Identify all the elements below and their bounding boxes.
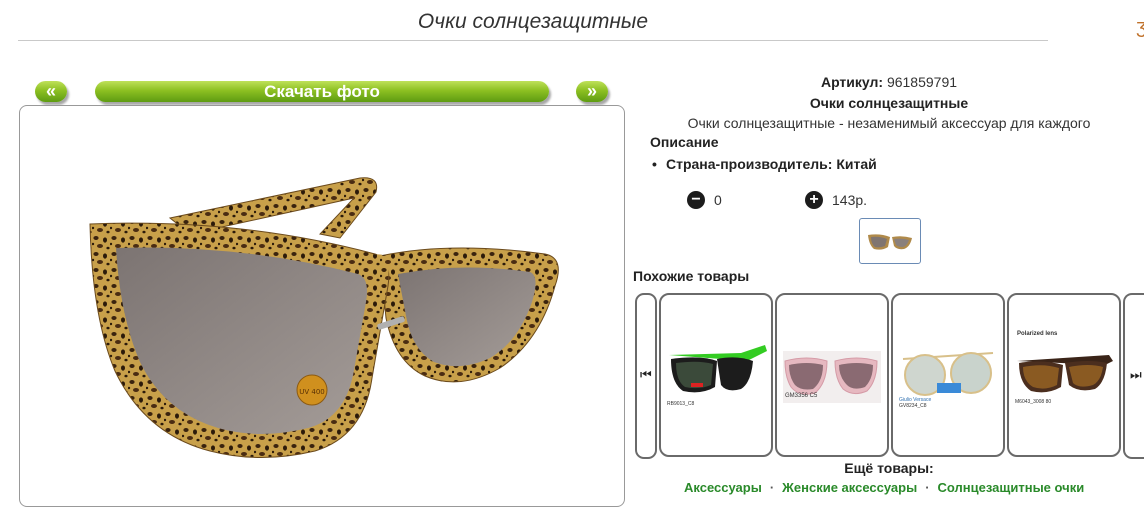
- article-value: 961859791: [886, 74, 958, 90]
- spec-item: • Страна-производитель: Китай: [652, 156, 877, 172]
- skip-back-icon: ⏮: [640, 367, 652, 382]
- product-code: GV8234_C8: [899, 403, 927, 409]
- product-name: Очки солнцезащитные: [809, 95, 969, 111]
- more-products-title: Ещё товары:: [844, 460, 934, 476]
- price-value: 143р.: [832, 192, 868, 208]
- gold-sunglasses-image: [902, 352, 994, 396]
- similar-product-card[interactable]: Giulio Versace GV8234_C8: [891, 293, 1005, 457]
- photo-thumbnail[interactable]: [859, 218, 921, 264]
- polarized-tag: Polarized lens: [1017, 331, 1058, 337]
- corner-ornament-icon: ʒ: [1136, 16, 1144, 38]
- download-photo-button[interactable]: Скачать фото: [95, 81, 549, 102]
- description-heading: Описание: [650, 134, 719, 150]
- article-label: Артикул:: [820, 74, 884, 90]
- similar-product-card[interactable]: Polarized lens M6043_3008 80: [1007, 293, 1121, 457]
- leopard-sunglasses-image: UV 400: [89, 177, 559, 458]
- similar-product-card[interactable]: RB9013_C8: [659, 293, 773, 457]
- pink-sunglasses-image: [783, 351, 881, 403]
- category-link-accessories[interactable]: Аксессуары: [684, 480, 762, 495]
- similar-product-card[interactable]: GM3356 C5: [775, 293, 889, 457]
- link-separator: ·: [925, 480, 930, 495]
- plus-circle-icon[interactable]: +: [805, 191, 823, 209]
- category-link-sunglasses[interactable]: Солнцезащитные очки: [938, 480, 1085, 495]
- spec-value: Китай: [836, 156, 877, 172]
- product-code: RB9013_C8: [667, 401, 695, 407]
- product-code: M6043_3008 80: [1015, 399, 1052, 405]
- category-links: Аксессуары · Женские аксессуары · Солнцезащи…: [684, 480, 1084, 495]
- quantity-value: 0: [714, 192, 722, 208]
- article-line: Артикул: 961859791: [634, 74, 1144, 90]
- carousel-next-button[interactable]: ⏭: [1123, 293, 1144, 459]
- prev-photo-button[interactable]: «: [35, 81, 67, 102]
- category-link-womens-accessories[interactable]: Женские аксессуары: [782, 480, 917, 495]
- quantity-row: − 0 + 143р.: [634, 190, 1144, 210]
- green-sunglasses-image: [669, 345, 767, 393]
- sunglasses-thumb-image: [868, 234, 912, 250]
- skip-forward-icon: ⏭: [1130, 367, 1142, 382]
- carousel-prev-button[interactable]: ⏮: [635, 293, 657, 459]
- product-short-description: Очки солнцезащитные - незаменимый аксесс…: [687, 115, 1091, 131]
- minus-circle-icon[interactable]: −: [687, 191, 705, 209]
- bullet-icon: •: [652, 156, 657, 172]
- title-divider: [18, 40, 1048, 41]
- link-separator: ·: [769, 480, 775, 495]
- spec-label: Страна-производитель:: [666, 156, 833, 172]
- similar-products-title: Похожие товары: [633, 268, 750, 284]
- brown-sunglasses-image: [1017, 355, 1113, 393]
- page-title: Очки солнцезащитные: [417, 10, 649, 33]
- next-photo-button[interactable]: »: [576, 81, 608, 102]
- uv-badge-text: UV 400: [299, 388, 325, 396]
- product-code: GM3356 C5: [785, 393, 818, 399]
- product-photo: UV 400: [19, 105, 625, 507]
